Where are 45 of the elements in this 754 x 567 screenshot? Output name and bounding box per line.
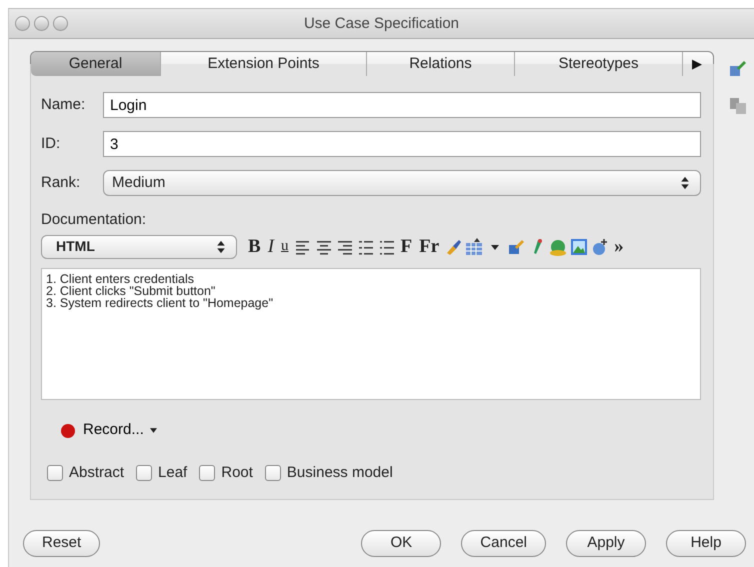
font-style-button[interactable]: Fr xyxy=(417,237,442,256)
window-control-icon[interactable] xyxy=(15,16,30,31)
paint-brush-icon[interactable] xyxy=(444,238,462,256)
copy-icon[interactable] xyxy=(729,97,747,115)
underline-button[interactable]: u xyxy=(279,239,291,254)
dialog-button[interactable]: Apply xyxy=(566,530,646,557)
dialog-button[interactable]: OK xyxy=(361,530,442,557)
more-tools-button[interactable]: » xyxy=(612,237,626,256)
documentation-line: 1. Client enters credentials xyxy=(46,272,195,284)
font-button[interactable]: F xyxy=(398,237,414,256)
tab[interactable]: General xyxy=(31,52,161,76)
documentation-line: 2. Client clicks "Submit button" xyxy=(46,284,216,296)
checkbox-label: Business model xyxy=(286,462,393,482)
format-dropdown[interactable]: HTML xyxy=(41,234,237,258)
rank-dropdown[interactable]: Medium xyxy=(103,170,701,196)
documentation-editor[interactable]: 1. Client enters credentials 2. Client clicks "Submit button" 3. System redirects client to "Homepage" xyxy=(41,268,701,400)
dialog-button[interactable]: Reset xyxy=(23,530,100,557)
edit-icon[interactable] xyxy=(507,238,526,256)
checkbox[interactable] xyxy=(264,464,281,481)
documentation-line: 3. System redirects client to "Homepage" xyxy=(46,296,274,308)
field-label: ID: xyxy=(41,134,62,154)
window-control-icon[interactable] xyxy=(53,16,68,31)
checkbox-label: Abstract xyxy=(69,462,124,482)
caret-icon xyxy=(150,428,157,433)
record-button[interactable]: Record... xyxy=(59,419,157,442)
checkbox-label: Root xyxy=(221,462,253,482)
checkbox[interactable] xyxy=(199,464,216,481)
field-label: Name: xyxy=(41,94,86,115)
input-field[interactable]: Login xyxy=(103,92,701,118)
input-field[interactable]: 3 xyxy=(103,131,701,157)
checkbox[interactable] xyxy=(47,464,63,481)
dialog-button[interactable]: Help xyxy=(666,530,746,557)
sphere-icon[interactable] xyxy=(591,238,610,256)
dialog-button[interactable]: Cancel xyxy=(461,530,546,557)
table-icon[interactable] xyxy=(465,238,484,256)
bold-button[interactable]: B xyxy=(246,237,263,256)
field-label: Rank: xyxy=(41,172,82,193)
checkbox[interactable] xyxy=(136,464,152,481)
tab-scroll-button[interactable]: ▶ xyxy=(683,52,711,76)
italic-button[interactable]: I xyxy=(266,237,276,256)
record-icon xyxy=(59,422,77,440)
documentation-label: Documentation: xyxy=(41,210,148,230)
checkbox-label: Leaf xyxy=(158,462,188,482)
window-title: Use Case Specification xyxy=(304,15,460,32)
window-control-icon[interactable] xyxy=(34,16,49,31)
